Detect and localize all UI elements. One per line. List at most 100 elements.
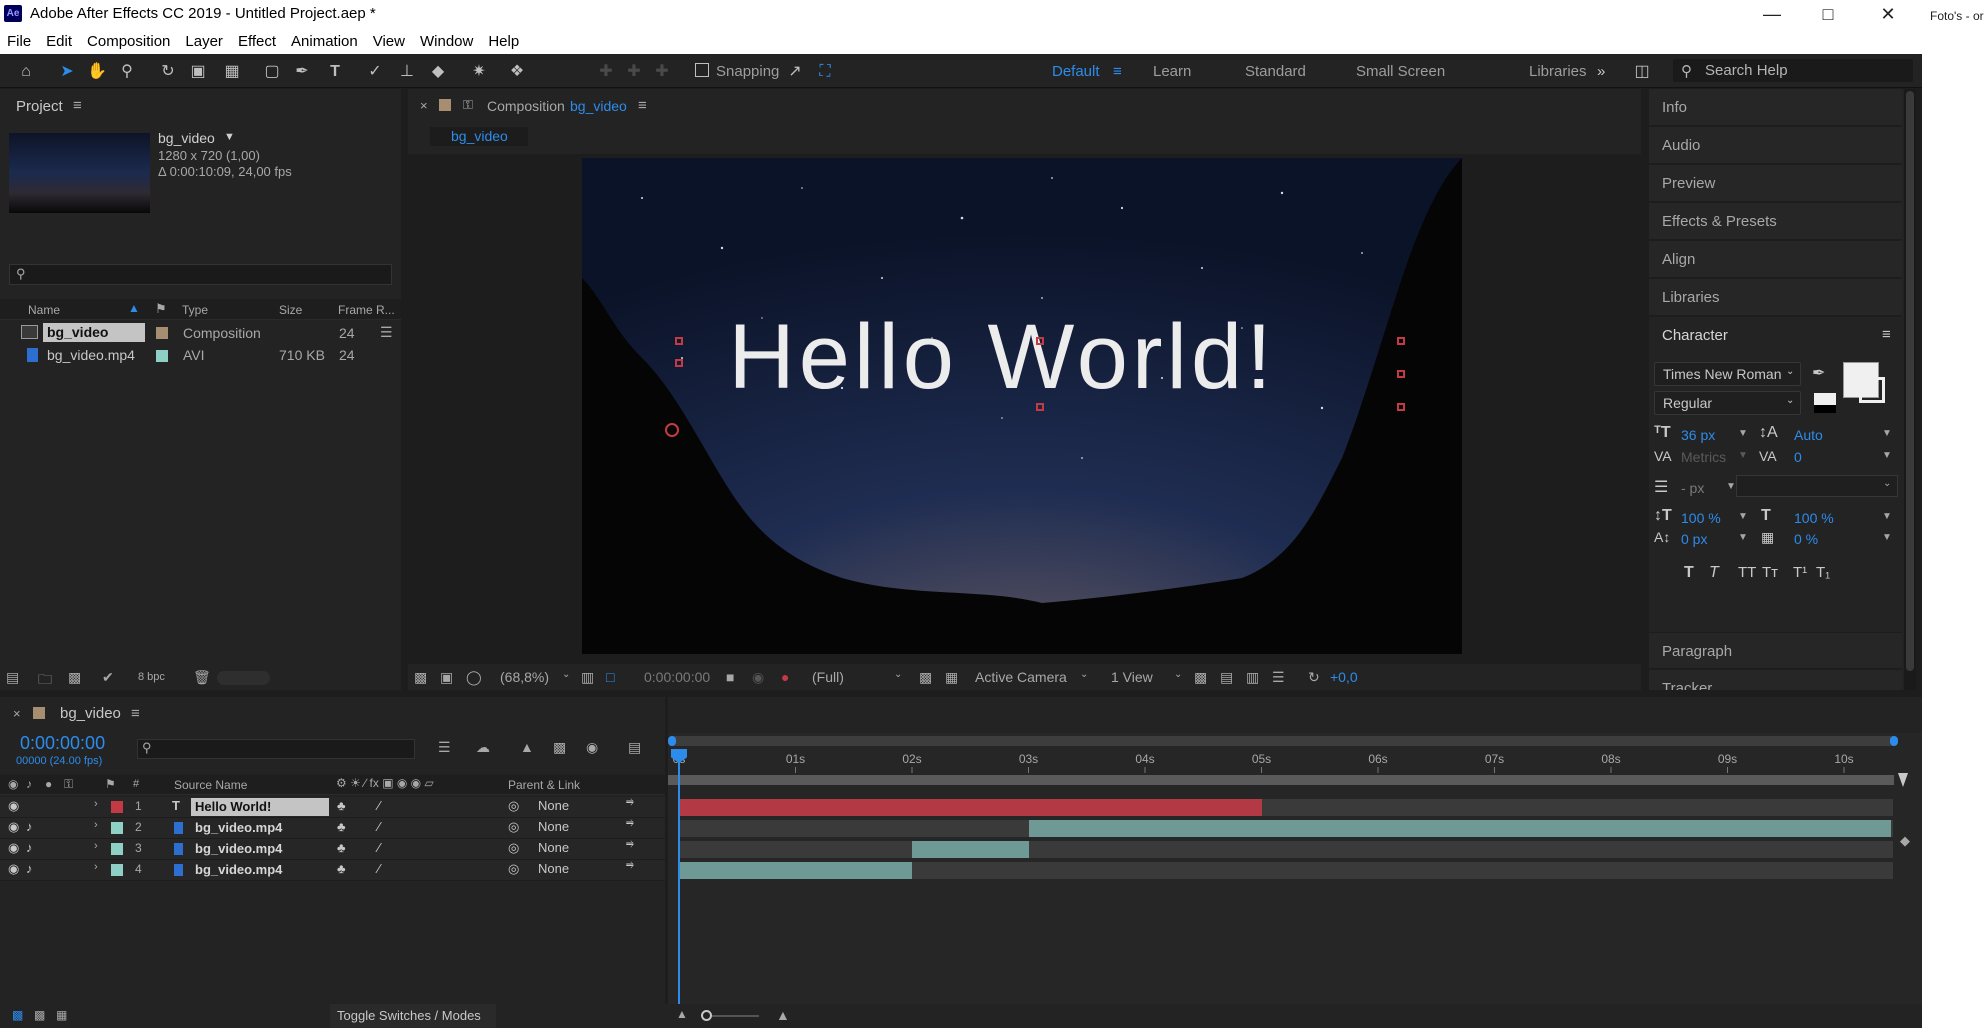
reset-exposure-icon[interactable]: ↻ xyxy=(1308,669,1320,686)
frame-blending-icon[interactable]: ▩ xyxy=(553,739,566,756)
menu-edit[interactable]: Edit xyxy=(39,33,80,50)
eye-icon[interactable]: ◉ xyxy=(8,861,19,877)
motion-blur-icon[interactable]: ◉ xyxy=(586,739,598,756)
draft-3d-icon[interactable]: ☁ xyxy=(476,739,490,756)
layer-row[interactable]: ◉ ♪ › 3 bg_video.mp4 ♣ ∕ ◎ None ⥤ xyxy=(0,838,665,860)
selection-tool-icon[interactable]: ➤ xyxy=(57,62,77,82)
swap-fill-stroke-icon[interactable] xyxy=(1814,393,1836,413)
expand-layer-chevron-icon[interactable]: › xyxy=(94,819,98,831)
snap-features-icon[interactable]: ⛶ xyxy=(815,62,835,82)
region-of-interest-icon[interactable]: □ xyxy=(606,669,614,685)
eye-icon[interactable]: ◉ xyxy=(8,840,19,856)
label-color-swatch[interactable] xyxy=(156,350,168,362)
solo-column-icon[interactable]: ● xyxy=(45,777,52,791)
search-help-input[interactable]: ⚲ Search Help xyxy=(1673,59,1913,82)
panel-libraries[interactable]: Libraries xyxy=(1649,279,1902,316)
menu-view[interactable]: View xyxy=(366,33,413,50)
workspace-default[interactable]: Default xyxy=(1052,63,1100,80)
parent-pickwhip-icon[interactable]: ◎ xyxy=(508,861,519,877)
character-panel-menu-icon[interactable]: ≡ xyxy=(1882,326,1891,343)
close-icon[interactable]: ✕ xyxy=(1868,2,1908,26)
world-axis-icon[interactable]: ✚ xyxy=(624,62,644,82)
always-preview-icon[interactable]: ▩ xyxy=(414,669,427,686)
keyframe-navigator-icon[interactable]: ◆ xyxy=(1900,833,1910,849)
horizontal-scale-value[interactable]: 100 % xyxy=(1794,510,1834,526)
tracking-dropdown-icon[interactable]: ▼ xyxy=(1882,450,1892,461)
menu-animation[interactable]: Animation xyxy=(284,33,366,50)
minimize-icon[interactable]: — xyxy=(1752,2,1792,26)
label-column-icon[interactable]: ⚑ xyxy=(155,301,167,317)
shy-switch-icon[interactable]: ♣ xyxy=(337,798,346,813)
column-type[interactable]: Type xyxy=(182,303,208,317)
camera-chevron-icon[interactable]: ⌄ xyxy=(1080,669,1088,680)
label-column-icon[interactable]: ⚑ xyxy=(105,777,116,791)
fast-previews-icon[interactable]: ▩ xyxy=(919,669,932,686)
interpret-footage-icon[interactable]: ▤ xyxy=(6,669,19,686)
workspace-libraries[interactable]: Libraries xyxy=(1529,63,1587,80)
stroke-style-dropdown[interactable]: ⌄ xyxy=(1736,475,1898,497)
leading-value[interactable]: Auto xyxy=(1794,427,1823,443)
parent-dropdown[interactable]: None ⥤ xyxy=(528,838,638,858)
layer-duration-bar[interactable] xyxy=(679,799,1262,816)
thumbnail-size-slider[interactable] xyxy=(217,671,270,685)
sync-settings-icon[interactable]: ◫ xyxy=(1632,62,1652,82)
chevron-down-icon[interactable]: ⌄ xyxy=(562,669,570,680)
workspace-learn[interactable]: Learn xyxy=(1153,63,1191,80)
quality-switch-icon[interactable]: ∕ xyxy=(378,861,380,876)
flowchart-icon[interactable]: ☰ xyxy=(380,324,393,341)
resolution-chevron-icon[interactable]: ⌄ xyxy=(894,669,902,680)
label-color-swatch[interactable] xyxy=(156,327,168,339)
video-column-icon[interactable]: ◉ xyxy=(8,777,18,791)
zoom-in-icon[interactable]: ▲ xyxy=(776,1007,790,1023)
baseline-shift-value[interactable]: 0 px xyxy=(1681,531,1707,547)
vertical-scale-dropdown-icon[interactable]: ▼ xyxy=(1738,511,1748,522)
project-item-dropdown-icon[interactable]: ▼ xyxy=(224,131,235,143)
timeline-close-tab-icon[interactable]: × xyxy=(13,706,21,721)
superscript-button[interactable]: T¹ xyxy=(1793,564,1807,581)
eyedropper-icon[interactable]: ✒ xyxy=(1812,363,1825,383)
panel-paragraph[interactable]: Paragraph xyxy=(1649,632,1902,669)
tsume-dropdown-icon[interactable]: ▼ xyxy=(1882,532,1892,543)
shy-switch-icon[interactable]: ♣ xyxy=(337,840,346,855)
small-caps-button[interactable]: Tт xyxy=(1762,564,1778,581)
menu-help[interactable]: Help xyxy=(481,33,527,50)
baseline-dropdown-icon[interactable]: ▼ xyxy=(1738,532,1748,543)
project-row-composition[interactable]: bg_video Composition 24 ☰ xyxy=(0,322,400,344)
right-panel-scroll-thumb[interactable] xyxy=(1906,91,1914,671)
layer-name[interactable]: bg_video.mp4 xyxy=(195,820,282,835)
parent-pickwhip-icon[interactable]: ◎ xyxy=(508,819,519,835)
eye-icon[interactable]: ◉ xyxy=(8,819,19,835)
panel-audio[interactable]: Audio xyxy=(1649,127,1902,164)
eye-icon[interactable]: ◉ xyxy=(8,798,19,814)
new-folder-icon[interactable]: 🗀 xyxy=(38,669,52,693)
local-axis-icon[interactable]: ✚ xyxy=(596,62,616,82)
snapping-checkbox[interactable] xyxy=(695,63,709,77)
workspace-standard[interactable]: Standard xyxy=(1245,63,1306,80)
shy-switch-icon[interactable]: ♣ xyxy=(337,819,346,834)
graph-editor-icon[interactable]: ▤ xyxy=(628,739,641,756)
audio-column-icon[interactable]: ♪ xyxy=(26,777,32,791)
audio-icon[interactable]: ♪ xyxy=(26,861,33,876)
hello-world-text-layer[interactable]: Hello World! xyxy=(728,306,1275,408)
bit-depth-label[interactable]: 8 bpc xyxy=(138,671,165,683)
layer-row[interactable]: ◉ ♪ › 4 bg_video.mp4 ♣ ∕ ◎ None ⥤ xyxy=(0,859,665,881)
parent-pickwhip-icon[interactable]: ◎ xyxy=(508,798,519,814)
expand-layer-chevron-icon[interactable]: › xyxy=(94,798,98,810)
kerning-value[interactable]: Metrics xyxy=(1681,449,1726,465)
project-panel-menu-icon[interactable]: ≡ xyxy=(73,97,82,114)
lock-column-icon[interactable]: ⚿ xyxy=(64,777,73,792)
panel-info[interactable]: Info xyxy=(1649,89,1902,126)
view-chevron-icon[interactable]: ⌄ xyxy=(1174,669,1182,680)
comp-mini-flowchart-icon[interactable]: ☰ xyxy=(438,739,451,756)
column-frame-rate[interactable]: Frame R... xyxy=(338,303,395,317)
camera-view-value[interactable]: Active Camera xyxy=(975,669,1067,685)
show-snapshot-icon[interactable]: ◉ xyxy=(752,669,764,686)
kerning-dropdown-icon[interactable]: ▼ xyxy=(1738,450,1748,461)
source-name-header[interactable]: Source Name xyxy=(174,778,247,792)
maximize-icon[interactable]: □ xyxy=(1808,2,1848,26)
faux-bold-button[interactable]: T xyxy=(1684,564,1694,582)
exposure-value[interactable]: +0,0 xyxy=(1330,669,1358,685)
zoom-value[interactable]: (68,8%) xyxy=(500,669,549,685)
rotation-tool-icon[interactable]: ↻ xyxy=(158,62,178,82)
layer-label-swatch[interactable] xyxy=(111,801,123,813)
